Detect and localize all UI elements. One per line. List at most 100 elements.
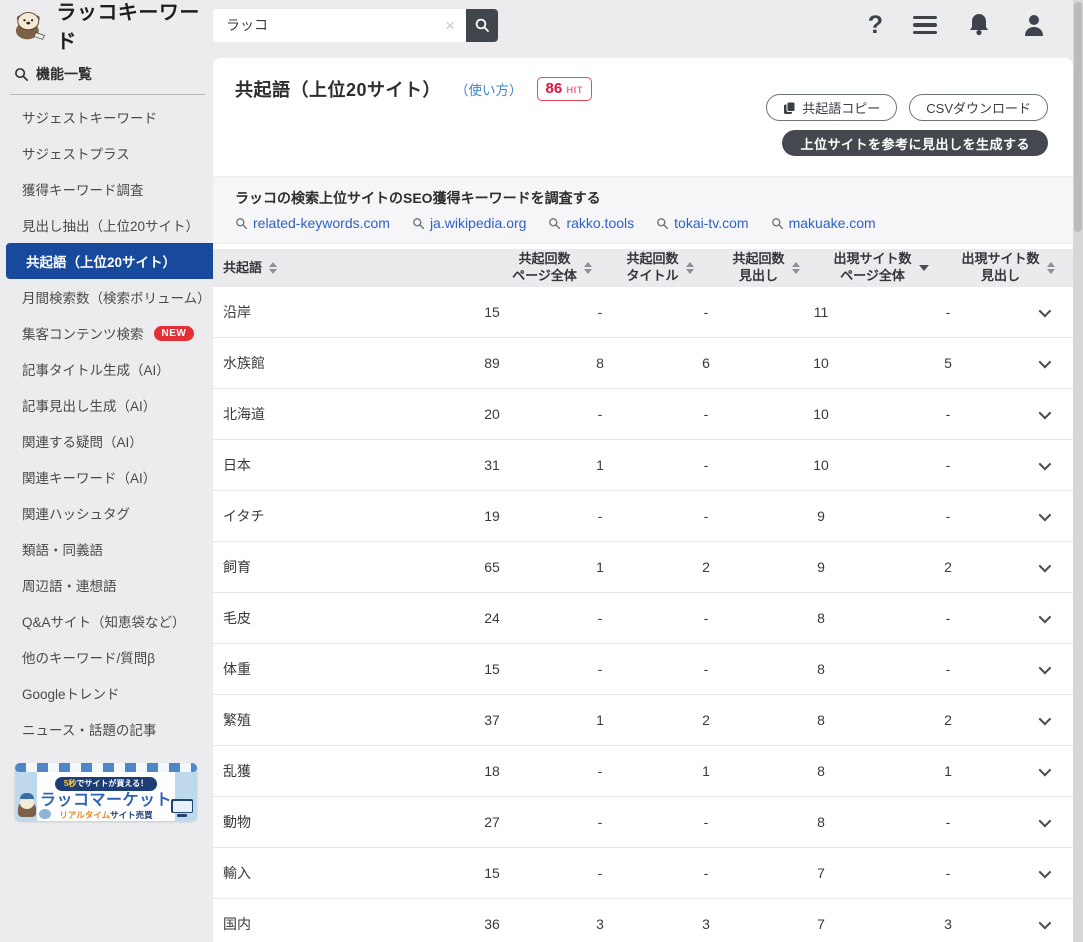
account-person-icon[interactable] bbox=[1021, 12, 1047, 38]
sidebar-item-17[interactable]: ニュース・話題の記事 bbox=[0, 711, 213, 747]
sort-icon[interactable] bbox=[269, 262, 277, 275]
sidebar-item-2[interactable]: 獲得キーワード調査 bbox=[0, 171, 213, 207]
site-link[interactable]: related-keywords.com bbox=[235, 215, 390, 231]
expand-row-control[interactable] bbox=[1013, 512, 1073, 521]
column-header-0[interactable]: 共起語 bbox=[213, 260, 497, 277]
expand-row-control[interactable] bbox=[1013, 410, 1073, 419]
table-body: 沿岸 15 - - 11 - 水族館 89 8 6 10 5 北海道 20 - … bbox=[213, 287, 1073, 942]
table-row[interactable]: 乱獲 18 - 1 8 1 bbox=[213, 746, 1073, 797]
expand-row-control[interactable] bbox=[1013, 920, 1073, 929]
sidebar-divider bbox=[10, 94, 205, 95]
sort-icon[interactable] bbox=[792, 262, 800, 275]
count-heading-cell: 1 bbox=[653, 763, 759, 779]
count-title-cell: - bbox=[547, 304, 653, 320]
hit-count: 86 bbox=[546, 80, 563, 97]
site-link[interactable]: makuake.com bbox=[771, 215, 876, 231]
scrollbar-thumb[interactable] bbox=[1074, 2, 1082, 232]
csv-download-button[interactable]: CSVダウンロード bbox=[909, 94, 1048, 121]
column-header-1[interactable]: 共起回数ページ全体 bbox=[497, 251, 607, 285]
sites-heading-cell: 2 bbox=[883, 712, 1013, 728]
expand-row-control[interactable] bbox=[1013, 308, 1073, 317]
table-row[interactable]: 体重 15 - - 8 - bbox=[213, 644, 1073, 695]
table-row[interactable]: 繁殖 37 1 2 8 2 bbox=[213, 695, 1073, 746]
keyword-cell: 水族館 bbox=[213, 353, 437, 373]
expand-row-control[interactable] bbox=[1013, 614, 1073, 623]
count-title-cell: - bbox=[547, 508, 653, 524]
sidebar-item-7[interactable]: 記事タイトル生成（AI） bbox=[0, 351, 213, 387]
table-row[interactable]: 毛皮 24 - - 8 - bbox=[213, 593, 1073, 644]
sort-icon[interactable] bbox=[686, 262, 694, 275]
count-title-cell: - bbox=[547, 610, 653, 626]
sites-heading-cell: 3 bbox=[883, 916, 1013, 932]
sidebar-item-8[interactable]: 記事見出し生成（AI） bbox=[0, 387, 213, 423]
expand-row-control[interactable] bbox=[1013, 461, 1073, 470]
table-row[interactable]: イタチ 19 - - 9 - bbox=[213, 491, 1073, 542]
sidebar-item-11[interactable]: 関連ハッシュタグ bbox=[0, 495, 213, 531]
sites-page-cell: 9 bbox=[759, 559, 883, 575]
sidebar-item-9[interactable]: 関連する疑問（AI） bbox=[0, 423, 213, 459]
site-link[interactable]: rakko.tools bbox=[548, 215, 634, 231]
sidebar-item-13[interactable]: 周辺語・連想語 bbox=[0, 567, 213, 603]
chevron-down-icon bbox=[1038, 661, 1051, 674]
table-row[interactable]: 飼育 65 1 2 9 2 bbox=[213, 542, 1073, 593]
sidebar-item-12[interactable]: 類語・同義語 bbox=[0, 531, 213, 567]
rakko-market-ad-banner[interactable]: 5秒でサイトが買える！ ラッコマーケット リアルタイムサイト売買 bbox=[15, 763, 197, 821]
site-link[interactable]: tokai-tv.com bbox=[656, 215, 748, 231]
copy-icon bbox=[783, 101, 796, 115]
column-header-4[interactable]: 出現サイト数ページ全体 bbox=[819, 251, 943, 285]
table-row[interactable]: 国内 36 3 3 7 3 bbox=[213, 899, 1073, 942]
search-input[interactable] bbox=[226, 17, 443, 33]
sidebar-item-1[interactable]: サジェストプラス bbox=[0, 135, 213, 171]
help-icon[interactable]: ? bbox=[868, 11, 883, 40]
expand-row-control[interactable] bbox=[1013, 563, 1073, 572]
chevron-down-icon bbox=[1038, 763, 1051, 776]
sidebar-item-3[interactable]: 見出し抽出（上位20サイト） bbox=[0, 207, 213, 243]
page-scrollbar[interactable] bbox=[1073, 0, 1083, 942]
copy-cooccurrence-button[interactable]: 共起語コピー bbox=[766, 94, 897, 121]
expand-row-control[interactable] bbox=[1013, 767, 1073, 776]
column-header-2[interactable]: 共起回数タイトル bbox=[607, 251, 713, 285]
sites-page-cell: 8 bbox=[759, 763, 883, 779]
column-header-3[interactable]: 共起回数見出し bbox=[713, 251, 819, 285]
table-row[interactable]: 水族館 89 8 6 10 5 bbox=[213, 338, 1073, 389]
sidebar-item-0[interactable]: サジェストキーワード bbox=[0, 99, 213, 135]
sort-icon[interactable] bbox=[919, 265, 929, 271]
sidebar-item-5[interactable]: 月間検索数（検索ボリューム） bbox=[0, 279, 213, 315]
sidebar-item-15[interactable]: 他のキーワード/質問β bbox=[0, 639, 213, 675]
notifications-bell-icon[interactable] bbox=[967, 12, 991, 38]
expand-row-control[interactable] bbox=[1013, 359, 1073, 368]
sidebar-item-10[interactable]: 関連キーワード（AI） bbox=[0, 459, 213, 495]
clear-search-icon[interactable]: × bbox=[443, 17, 457, 34]
expand-row-control[interactable] bbox=[1013, 716, 1073, 725]
table-row[interactable]: 沿岸 15 - - 11 - bbox=[213, 287, 1073, 338]
site-links: related-keywords.com ja.wikipedia.org ra… bbox=[235, 215, 1051, 231]
sites-page-cell: 10 bbox=[759, 355, 883, 371]
site-link[interactable]: ja.wikipedia.org bbox=[412, 215, 527, 231]
sidebar-item-14[interactable]: Q&Aサイト（知恵袋など） bbox=[0, 603, 213, 639]
features-list-header[interactable]: 機能一覧 bbox=[0, 50, 213, 94]
menu-icon[interactable] bbox=[913, 16, 937, 35]
expand-row-control[interactable] bbox=[1013, 869, 1073, 878]
search-button[interactable] bbox=[466, 9, 498, 42]
column-header-5[interactable]: 出現サイト数見出し bbox=[943, 251, 1073, 285]
sites-heading-cell: - bbox=[883, 610, 1013, 626]
sidebar-item-16[interactable]: Googleトレンド bbox=[0, 675, 213, 711]
count-heading-cell: - bbox=[653, 610, 759, 626]
usage-link[interactable]: （使い方） bbox=[455, 79, 523, 99]
sort-icon[interactable] bbox=[1047, 262, 1055, 275]
brand-logo[interactable]: ラッコキーワード bbox=[0, 0, 213, 54]
count-title-cell: - bbox=[547, 763, 653, 779]
sidebar-item-4[interactable]: 共起語（上位20サイト） bbox=[6, 243, 213, 279]
expand-row-control[interactable] bbox=[1013, 665, 1073, 674]
table-row[interactable]: 北海道 20 - - 10 - bbox=[213, 389, 1073, 440]
generate-headings-button[interactable]: 上位サイトを参考に見出しを生成する bbox=[782, 130, 1048, 156]
table-row[interactable]: 輸入 15 - - 7 - bbox=[213, 848, 1073, 899]
expand-row-control[interactable] bbox=[1013, 818, 1073, 827]
table-row[interactable]: 日本 31 1 - 10 - bbox=[213, 440, 1073, 491]
sort-icon[interactable] bbox=[584, 262, 592, 275]
count-page-cell: 37 bbox=[437, 712, 547, 728]
count-page-cell: 89 bbox=[437, 355, 547, 371]
sidebar-item-6[interactable]: 集客コンテンツ検索 NEW bbox=[0, 315, 213, 351]
table-row[interactable]: 動物 27 - - 8 - bbox=[213, 797, 1073, 848]
count-title-cell: - bbox=[547, 406, 653, 422]
